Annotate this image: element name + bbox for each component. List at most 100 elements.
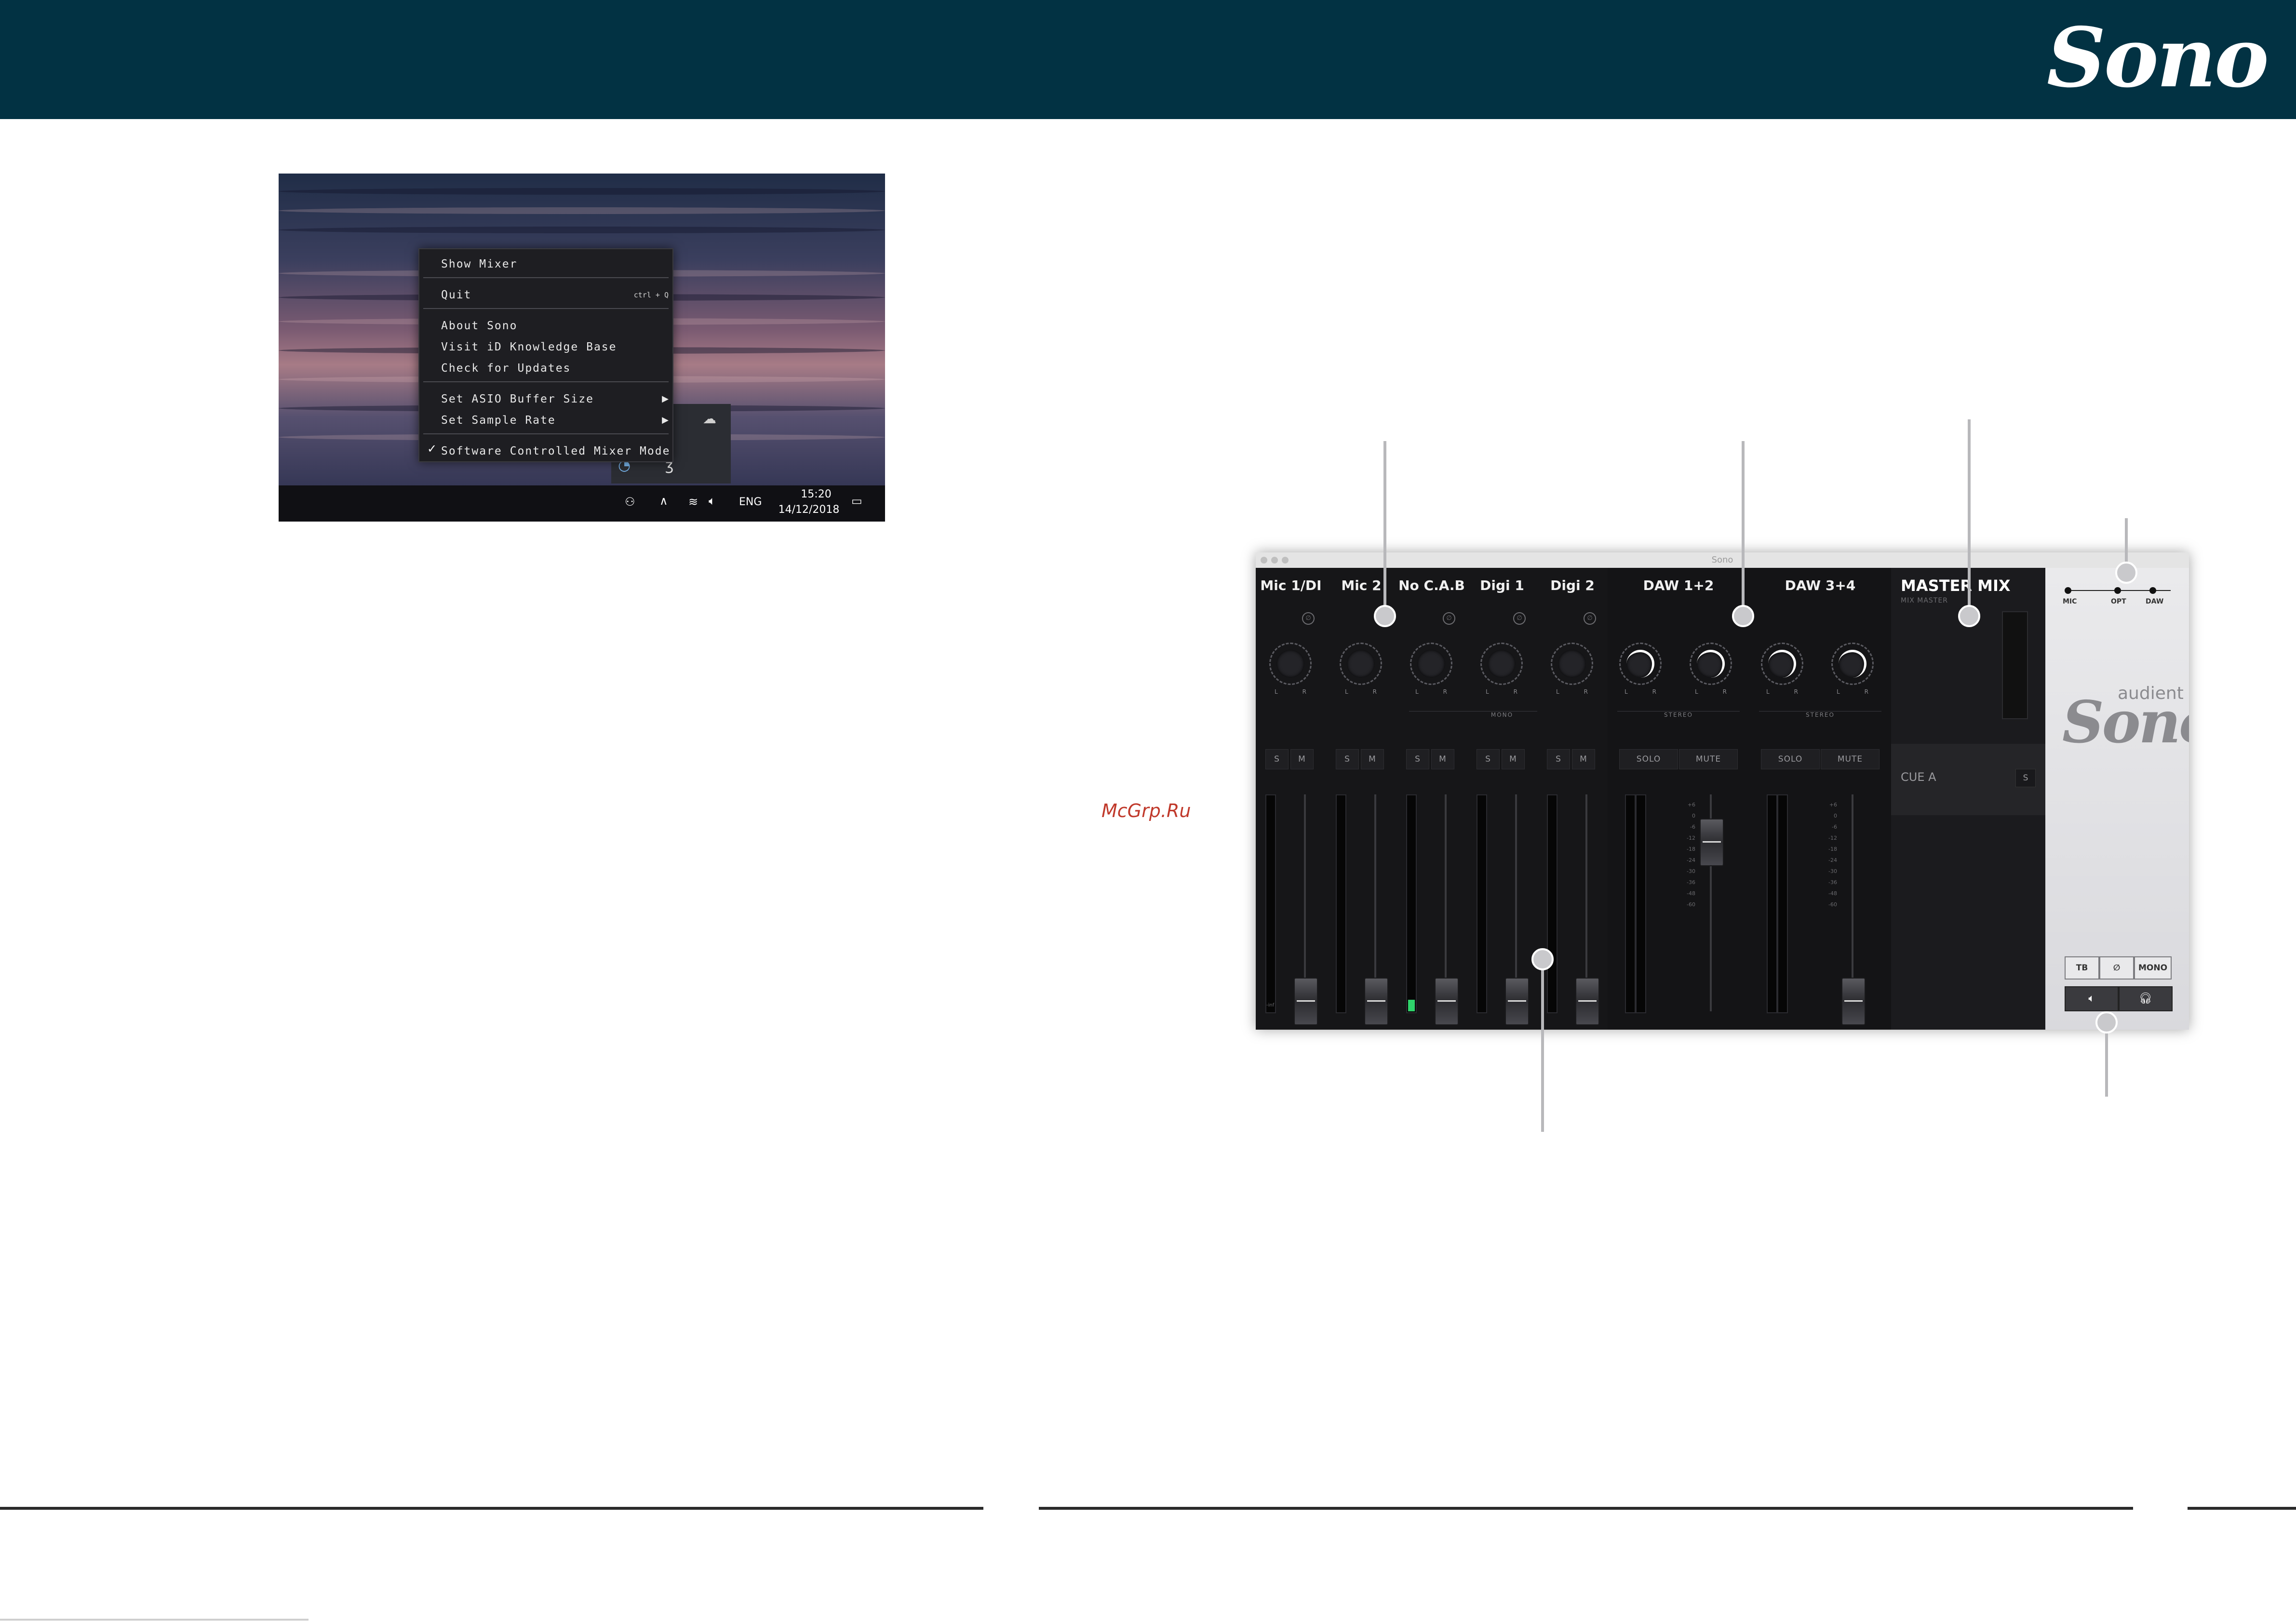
footer-rule xyxy=(0,1507,983,1510)
pan-left-label: L xyxy=(1766,688,1770,695)
notification-icon[interactable]: ▭ xyxy=(851,494,862,508)
mono-button[interactable]: MONO xyxy=(2134,956,2172,980)
pan-knob-right[interactable]: L R xyxy=(1690,643,1732,695)
pan-left-label: L xyxy=(1695,688,1698,695)
source-daw-label: DAW xyxy=(2146,598,2164,605)
menu-item-knowledge-base[interactable]: Visit iD Knowledge Base xyxy=(441,341,617,353)
mute-button[interactable]: M xyxy=(1290,749,1314,769)
fader-scale: +6 0 -6 -12 -18 -24 -30 -36 -48 -60 xyxy=(1687,802,1695,908)
volume-fader[interactable] xyxy=(1700,819,1724,866)
headphones-icon[interactable]: 🎧︎ xyxy=(2119,986,2173,1011)
menu-item-sample-rate[interactable]: Set Sample Rate xyxy=(441,414,556,427)
pan-right-label: R xyxy=(1584,688,1588,695)
volume-fader[interactable] xyxy=(1575,978,1599,1025)
solo-button[interactable]: S xyxy=(1336,749,1359,769)
solo-button[interactable]: S xyxy=(1477,749,1500,769)
volume-icon[interactable]: 🔈︎ xyxy=(709,494,715,508)
menu-item-software-mixer-mode[interactable]: Software Controlled Mixer Mode xyxy=(441,445,670,457)
stereo-group-label: STEREO xyxy=(1759,711,1881,718)
pan-knob[interactable]: L R xyxy=(1340,643,1382,695)
cue-a-mix[interactable]: CUE A S xyxy=(1891,744,2045,815)
footer-rule xyxy=(1039,1507,2133,1510)
channel-strip-mic1: Mic 1/DI ∅ L R S M -inf xyxy=(1256,568,1327,1030)
solo-button[interactable]: S xyxy=(1406,749,1429,769)
pan-right-label: R xyxy=(1302,688,1306,695)
level-meter xyxy=(1477,794,1487,1013)
desktop-screenshot: ⚠ ☁ ◔ ʒ Show Mixer Quit ctrl + Q About S… xyxy=(279,174,885,522)
clock-date[interactable]: 14/12/2018 xyxy=(775,504,843,516)
menu-item-asio-buffer[interactable]: Set ASIO Buffer Size xyxy=(441,393,594,405)
cue-label: CUE A xyxy=(1901,770,1936,784)
level-meter xyxy=(1547,794,1558,1013)
pan-right-label: R xyxy=(1864,688,1868,695)
water-ripple xyxy=(279,188,885,195)
pan-left-label: L xyxy=(1275,688,1278,695)
callout-line xyxy=(1383,441,1386,607)
mute-button[interactable]: MUTE xyxy=(1821,749,1880,769)
level-meter xyxy=(1265,794,1276,1013)
menu-item-check-updates[interactable]: Check for Updates xyxy=(441,362,571,375)
mute-button[interactable]: M xyxy=(1361,749,1384,769)
master-title: MASTER MIX xyxy=(1901,577,2011,595)
water-ripple xyxy=(279,227,885,233)
source-opt-dot[interactable] xyxy=(2114,587,2121,594)
phase-invert-icon[interactable]: ∅ xyxy=(1443,612,1455,625)
source-mic-dot[interactable] xyxy=(2065,587,2071,594)
source-daw-dot[interactable] xyxy=(2149,587,2156,594)
sono-logo: Sono xyxy=(2062,688,2189,756)
pan-knob-left[interactable]: L R xyxy=(1619,643,1662,695)
callout-dot xyxy=(1374,605,1396,627)
solo-button[interactable]: S xyxy=(1265,749,1289,769)
side-panel: MIC OPT DAW audient Sono TB ∅ MONO 🔈︎ 🎧︎ xyxy=(2045,568,2189,1030)
mute-button[interactable]: M xyxy=(1431,749,1454,769)
wifi-icon[interactable]: ≋ xyxy=(688,495,698,509)
window-title: Sono xyxy=(1711,555,1733,565)
channel-name: DAW 3+4 xyxy=(1785,577,1856,593)
volume-fader[interactable] xyxy=(1841,978,1866,1025)
solo-button[interactable]: SOLO xyxy=(1619,749,1678,769)
volume-fader[interactable] xyxy=(1364,978,1388,1025)
volume-fader[interactable] xyxy=(1294,978,1318,1025)
cue-solo-button[interactable]: S xyxy=(2015,769,2036,787)
mute-button[interactable]: M xyxy=(1502,749,1525,769)
chevron-up-icon[interactable]: ∧ xyxy=(659,494,668,508)
volume-fader[interactable] xyxy=(1505,978,1529,1025)
language-indicator[interactable]: ENG xyxy=(739,496,762,508)
brand-logo: Sono xyxy=(2046,10,2269,106)
level-meter-right xyxy=(1777,794,1788,1013)
pan-knob[interactable]: L R xyxy=(1551,643,1593,695)
channel-name: Mic 1/DI xyxy=(1260,577,1322,593)
menu-item-quit[interactable]: Quit xyxy=(441,289,471,301)
phase-invert-icon[interactable]: ∅ xyxy=(1584,612,1596,625)
solo-button[interactable]: S xyxy=(1547,749,1570,769)
phase-invert-icon[interactable]: ∅ xyxy=(1513,612,1526,625)
channel-strip-digi1: Digi 1 ∅ L R MONO S M xyxy=(1409,568,1595,1030)
quit-shortcut: ctrl + Q xyxy=(633,291,669,299)
solo-button[interactable]: SOLO xyxy=(1761,749,1820,769)
phase-button[interactable]: ∅ xyxy=(2099,956,2134,980)
volume-fader[interactable] xyxy=(1435,978,1459,1025)
mute-button[interactable]: MUTE xyxy=(1679,749,1738,769)
channel-strip-daw12: DAW 1+2 L R L R STEREO SOLO MUTE +6 0 -6 -1… xyxy=(1608,568,1750,1030)
menu-item-about[interactable]: About Sono xyxy=(441,320,517,332)
channel-name: Digi 1 xyxy=(1480,577,1524,593)
speaker-icon[interactable]: 🔈︎ xyxy=(2065,986,2119,1011)
pan-knob-left[interactable]: L R xyxy=(1761,643,1803,695)
pan-knob[interactable]: L R xyxy=(1269,643,1312,695)
cloud-icon[interactable]: ☁ xyxy=(703,411,716,427)
people-icon[interactable]: ⚇ xyxy=(625,495,635,509)
footer-rule xyxy=(2188,1507,2296,1510)
pan-knob[interactable]: L R xyxy=(1480,643,1523,695)
mute-button[interactable]: M xyxy=(1572,749,1595,769)
clock-time[interactable]: 15:20 xyxy=(790,488,843,500)
pan-left-label: L xyxy=(1486,688,1489,695)
page-header: Sono xyxy=(0,0,2296,119)
master-subtitle: MIX MASTER xyxy=(1901,597,1948,604)
menu-item-show-mixer[interactable]: Show Mixer xyxy=(441,258,517,270)
meter-floor-label: -inf xyxy=(1266,1003,1275,1008)
talkback-button[interactable]: TB xyxy=(2065,956,2099,980)
phase-invert-icon[interactable]: ∅ xyxy=(1302,612,1315,625)
pan-knob-right[interactable]: L R xyxy=(1831,643,1874,695)
mixer-window: Sono Mic 1/DI ∅ L R S M -inf Mic 2 L R S… xyxy=(1256,552,2189,1030)
pan-knob[interactable]: L R xyxy=(1410,643,1452,695)
